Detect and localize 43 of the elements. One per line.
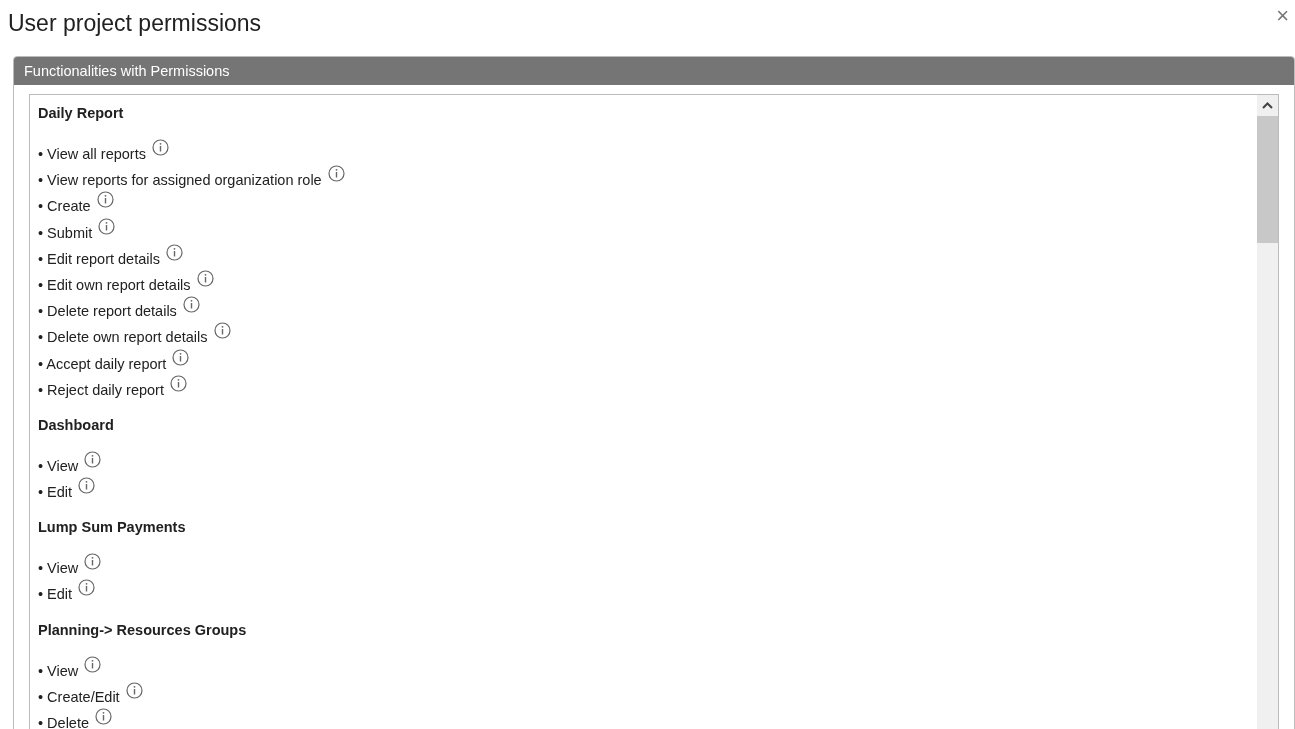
permission-item: • View — [38, 456, 79, 476]
info-icon[interactable] — [84, 655, 102, 673]
close-button[interactable]: × — [1274, 8, 1291, 24]
scrollbar-thumb[interactable] — [1257, 116, 1278, 243]
info-icon[interactable] — [78, 477, 96, 495]
permission-item: • Create — [38, 197, 91, 217]
info-icon[interactable] — [172, 348, 190, 366]
info-icon[interactable] — [84, 553, 102, 571]
info-icon[interactable] — [327, 165, 345, 183]
permission-item: • Delete report details — [38, 302, 177, 322]
info-icon[interactable] — [84, 450, 102, 468]
permission-item: • View reports for assigned organization role — [38, 171, 322, 191]
info-icon[interactable] — [169, 374, 187, 392]
permission-item: • Submit — [38, 223, 93, 243]
info-icon[interactable] — [78, 579, 96, 597]
info-icon[interactable] — [151, 139, 169, 156]
permission-item: • View — [38, 661, 79, 681]
permission-item: • Create/Edit — [38, 687, 120, 707]
info-icon[interactable] — [96, 191, 114, 209]
info-icon[interactable] — [182, 296, 200, 314]
permission-item: • Delete own report details — [38, 328, 208, 348]
info-icon[interactable] — [95, 708, 113, 725]
permission-item: • Edit own report details — [38, 275, 191, 295]
info-icon[interactable] — [125, 681, 143, 699]
permission-item: • View — [38, 559, 79, 579]
group-heading: Dashboard — [38, 415, 115, 435]
scrollbar[interactable] — [1257, 95, 1278, 729]
info-icon[interactable] — [213, 322, 231, 340]
permission-item: • Edit — [38, 483, 73, 503]
dialog-title: User project permissions — [8, 9, 262, 38]
group-heading: Lump Sum Payments — [38, 518, 187, 538]
info-icon[interactable] — [165, 243, 183, 261]
permission-item: • View all reports — [38, 145, 146, 164]
permission-item: • Edit report details — [38, 249, 160, 269]
info-icon[interactable] — [196, 269, 214, 287]
permission-item: • Accept daily report — [38, 354, 167, 374]
group-heading: Daily Report — [38, 104, 125, 123]
info-icon[interactable] — [98, 217, 116, 235]
permission-item: • Delete — [38, 714, 90, 729]
group-heading: Planning-> Resources Groups — [38, 620, 248, 640]
permission-item: • Reject daily report — [38, 380, 164, 400]
panel-header: Functionalities with Permissions — [14, 57, 1294, 85]
permission-item: • Edit — [38, 585, 73, 605]
